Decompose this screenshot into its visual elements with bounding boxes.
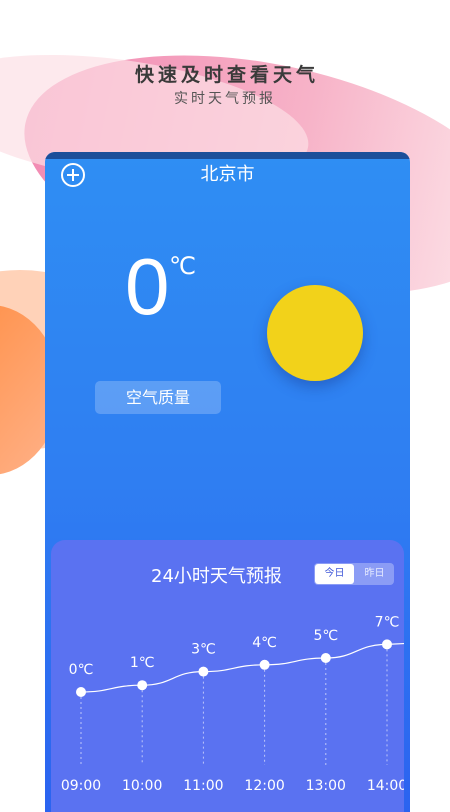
sun-icon xyxy=(267,285,363,381)
temperature-point xyxy=(320,653,331,663)
temperature-label: 0℃ xyxy=(69,662,94,678)
city-title[interactable]: 北京市 xyxy=(45,160,410,186)
status-strip xyxy=(45,152,410,159)
forecast-card: 24小时天气预报 今日 昨日 0℃ 09:00 1℃ 10:00 3℃ 11:00 4℃ 12… xyxy=(51,540,404,812)
time-label: 10:00 xyxy=(122,778,162,794)
temperature-chart: 0℃ 09:00 1℃ 10:00 3℃ 11:00 4℃ 12:00 5℃ 13:00 7℃ 14:… xyxy=(61,614,404,794)
time-label: 13:00 xyxy=(306,778,346,794)
temperature-label: 1℃ xyxy=(130,655,155,671)
time-label: 14:00 xyxy=(367,778,404,794)
time-label: 11:00 xyxy=(183,778,223,794)
time-label: 12:00 xyxy=(244,778,284,794)
temperature-point xyxy=(382,639,392,650)
promo-subtitle: 实时天气预报 xyxy=(174,91,276,107)
promo-title: 快速及时查看天气 xyxy=(134,64,319,86)
temperature-label: 3℃ xyxy=(191,642,216,658)
temperature-point xyxy=(198,666,209,677)
weather-panel: 北京市 0 ℃ 空气质量 24小时天气预报 今日 昨日 0℃ 09:00 1℃ 10:… xyxy=(45,152,410,812)
temperature-point xyxy=(137,680,148,691)
temperature-label: 4℃ xyxy=(252,635,277,651)
temperature-unit: ℃ xyxy=(169,252,196,280)
temperature-point xyxy=(259,659,270,670)
temperature-label: 7℃ xyxy=(375,614,400,630)
air-quality-button[interactable]: 空气质量 xyxy=(95,381,221,414)
temperature-point xyxy=(76,687,86,697)
temperature-label: 5℃ xyxy=(313,628,338,644)
time-label: 09:00 xyxy=(61,778,101,794)
current-temperature: 0 xyxy=(125,242,170,331)
